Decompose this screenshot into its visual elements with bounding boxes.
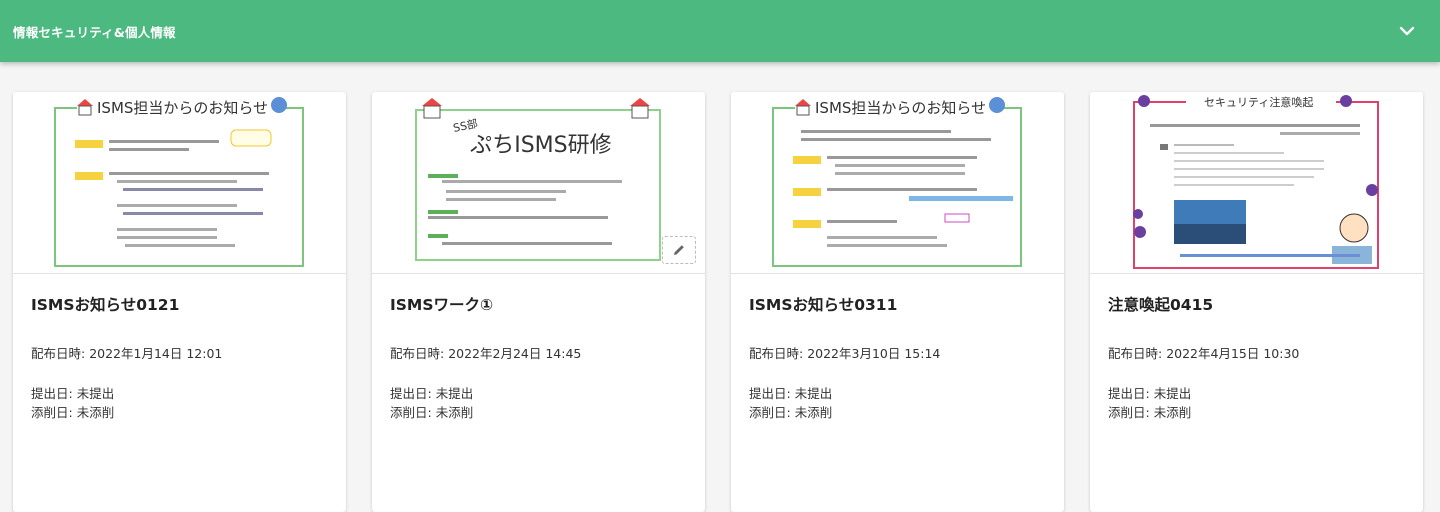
card-thumbnail: ISMS担当からのお知らせ — [13, 92, 346, 274]
corrected-status: 添削日: 未添削 — [1108, 404, 1192, 420]
assignment-card[interactable]: セキュリティ注意喚起 注意喚起0415 配布日時: 2022年4月15日 10:… — [1090, 92, 1423, 512]
distributed-at: 配布日時: 2022年1月14日 12:01 — [31, 345, 223, 361]
corrected-status: 添削日: 未添削 — [31, 404, 115, 420]
distributed-at: 配布日時: 2022年4月15日 10:30 — [1108, 345, 1300, 361]
card-thumbnail: ISMS担当からのお知らせ — [731, 92, 1064, 274]
card-thumbnail: セキュリティ注意喚起 — [1090, 92, 1423, 274]
page-title: 情報セキュリティ&個人情報 — [13, 24, 176, 40]
card-title: ISMSワーク① — [390, 296, 494, 314]
thumb-heading: セキュリティ注意喚起 — [1204, 95, 1313, 109]
card-status: 提出日: 未提出 添削日: 未添削 — [31, 384, 328, 422]
card-title: 注意喚起0415 — [1108, 296, 1214, 314]
thumb-heading: ISMS担当からのお知らせ — [97, 99, 268, 117]
assignment-card[interactable]: ISMS担当からのお知らせ ISMSお知らせ0121 配布日時: 2022年1月… — [13, 92, 346, 512]
chevron-down-icon[interactable] — [1396, 20, 1418, 42]
thumb-heading: ISMS担当からのお知らせ — [815, 99, 986, 117]
card-status: 提出日: 未提出 添削日: 未添削 — [749, 384, 1046, 422]
corrected-status: 添削日: 未添削 — [749, 404, 833, 420]
app-header: 情報セキュリティ&個人情報 — [0, 0, 1440, 62]
pencil-icon — [674, 245, 684, 255]
card-list: ISMS担当からのお知らせ ISMSお知らせ0121 配布日時: 2022年1月… — [13, 92, 1423, 512]
corrected-status: 添削日: 未添削 — [390, 404, 474, 420]
assignment-card[interactable]: ISMS担当からのお知らせ ISMSお知らせ0311 配布日時: 2022年3月… — [731, 92, 1064, 512]
submitted-status: 提出日: 未提出 — [1108, 385, 1192, 401]
card-title: ISMSお知らせ0311 — [749, 296, 898, 314]
distributed-at: 配布日時: 2022年2月24日 14:45 — [390, 345, 582, 361]
card-title: ISMSお知らせ0121 — [31, 296, 180, 314]
submitted-status: 提出日: 未提出 — [390, 385, 474, 401]
submitted-status: 提出日: 未提出 — [749, 385, 833, 401]
card-thumbnail: SS部 ぷちISMS研修 — [372, 92, 705, 274]
edit-button[interactable] — [662, 236, 696, 264]
distributed-at: 配布日時: 2022年3月10日 15:14 — [749, 345, 941, 361]
assignment-card[interactable]: SS部 ぷちISMS研修 ISMSワーク① 配布日時: 2022年2月24日 1… — [372, 92, 705, 512]
card-status: 提出日: 未提出 添削日: 未添削 — [390, 384, 687, 422]
submitted-status: 提出日: 未提出 — [31, 385, 115, 401]
card-status: 提出日: 未提出 添削日: 未添削 — [1108, 384, 1405, 422]
thumb-heading: ぷちISMS研修 — [470, 133, 612, 158]
